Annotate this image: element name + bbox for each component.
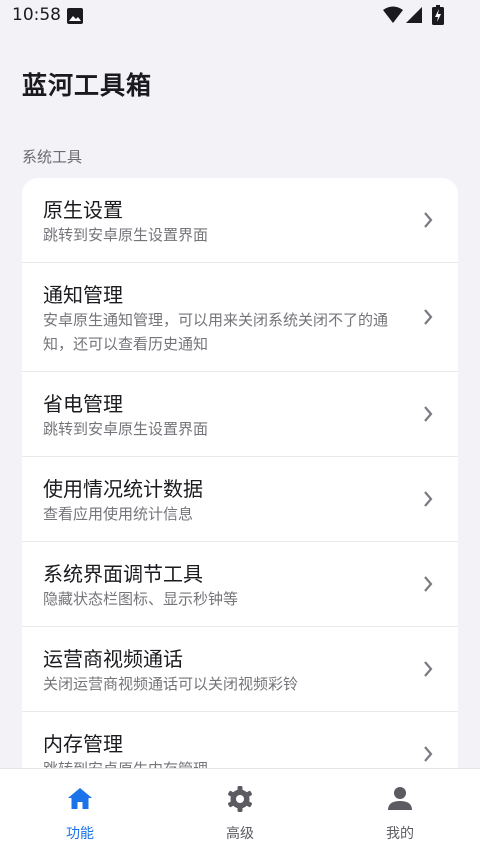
list-item-notification-manage[interactable]: 通知管理 安卓原生通知管理，可以用来关闭系统关闭不了的通知，还可以查看历史通知 xyxy=(22,263,458,372)
section-label: 系统工具 xyxy=(22,148,83,166)
nav-tab-profile[interactable]: 我的 xyxy=(320,769,480,855)
chevron-right-icon xyxy=(424,746,433,762)
chevron-right-icon xyxy=(424,491,433,507)
item-desc: 跳转到安卓原生设置界面 xyxy=(43,420,209,438)
item-title: 通知管理 xyxy=(43,283,123,307)
tools-card: 原生设置 跳转到安卓原生设置界面 通知管理 安卓原生通知管理，可以用来关闭系统关… xyxy=(22,178,458,768)
status-time: 10:58 xyxy=(12,5,61,25)
chevron-right-icon xyxy=(424,212,433,228)
nav-tab-features[interactable]: 功能 xyxy=(0,769,160,855)
chevron-right-icon xyxy=(424,309,433,325)
status-bar: 10:58 xyxy=(0,0,480,32)
person-icon xyxy=(388,787,412,810)
item-title: 使用情况统计数据 xyxy=(43,477,203,501)
chevron-right-icon xyxy=(424,661,433,677)
list-item-native-settings[interactable]: 原生设置 跳转到安卓原生设置界面 xyxy=(22,178,458,263)
chevron-right-icon xyxy=(424,576,433,592)
gear-icon xyxy=(228,786,252,812)
list-item-memory-manage[interactable]: 内存管理 跳转到安卓原生内存管理 xyxy=(22,712,458,768)
item-title: 省电管理 xyxy=(43,392,123,416)
item-title: 运营商视频通话 xyxy=(43,647,183,671)
item-title: 系统界面调节工具 xyxy=(43,562,203,586)
bottom-nav: 功能 高级 我的 xyxy=(0,768,480,855)
item-desc: 隐藏状态栏图标、显示秒钟等 xyxy=(43,590,239,608)
battery-charging-icon xyxy=(432,5,444,25)
list-item-usage-stats[interactable]: 使用情况统计数据 查看应用使用统计信息 xyxy=(22,457,458,542)
nav-tab-advanced[interactable]: 高级 xyxy=(160,769,320,855)
list-item-system-ui-tuner[interactable]: 系统界面调节工具 隐藏状态栏图标、显示秒钟等 xyxy=(22,542,458,627)
page-title: 蓝河工具箱 xyxy=(22,71,153,100)
item-title: 原生设置 xyxy=(43,198,123,222)
home-icon xyxy=(68,788,92,809)
nav-label: 我的 xyxy=(386,826,414,842)
list-item-carrier-video-call[interactable]: 运营商视频通话 关闭运营商视频通话可以关闭视频彩铃 xyxy=(22,627,458,712)
nav-label: 高级 xyxy=(226,826,254,842)
list-item-power-manage[interactable]: 省电管理 跳转到安卓原生设置界面 xyxy=(22,372,458,457)
nav-label: 功能 xyxy=(66,826,94,842)
item-desc: 跳转到安卓原生设置界面 xyxy=(43,226,209,244)
chevron-right-icon xyxy=(424,406,433,422)
wifi-icon xyxy=(383,6,403,23)
item-desc: 查看应用使用统计信息 xyxy=(43,505,194,523)
signal-icon xyxy=(406,7,422,23)
image-notification-icon xyxy=(67,8,83,24)
item-desc: 安卓原生通知管理，可以用来关闭系统关闭不了的通知，还可以查看历史通知 xyxy=(43,311,389,353)
item-desc: 关闭运营商视频通话可以关闭视频彩铃 xyxy=(43,675,299,693)
item-title: 内存管理 xyxy=(43,732,123,756)
item-desc: 跳转到安卓原生内存管理 xyxy=(43,757,393,768)
